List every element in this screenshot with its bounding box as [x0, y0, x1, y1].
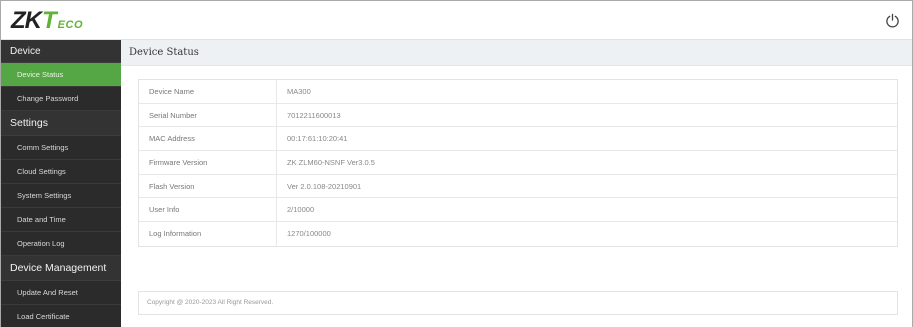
row-label: Firmware Version [139, 151, 277, 174]
sidebar-section-device: Device [1, 40, 121, 63]
table-row: MAC Address 00:17:61:10:20:41 [139, 127, 897, 152]
sidebar-item-comm-settings[interactable]: Comm Settings [1, 136, 121, 160]
app-window: ZK T ECO Device Device Status Change Passw… [0, 0, 913, 327]
row-value: 1270/100000 [287, 229, 331, 239]
table-row: Serial Number 7012211600013 [139, 103, 897, 128]
table-row: User Info 2/10000 [139, 198, 897, 223]
row-label: Device Name [139, 80, 277, 103]
main-content: Device Status Device Name MA300 Serial N… [121, 40, 912, 327]
row-value: MA300 [287, 87, 311, 96]
table-row: Firmware Version ZK ZLM60-NSNF Ver3.0.5 [139, 151, 897, 175]
row-value: 00:17:61:10:20:41 [287, 134, 348, 144]
sidebar-item-cloud-settings[interactable]: Cloud Settings [1, 160, 121, 184]
sidebar-section-device-management: Device Management [1, 256, 121, 281]
row-label: Serial Number [139, 103, 277, 127]
zkteco-logo: ZK T ECO [11, 7, 84, 34]
table-row: Device Name MA300 [139, 80, 897, 104]
sidebar-item-date-and-time[interactable]: Date and Time [1, 208, 121, 232]
table-row: Flash Version Ver 2.0.108-20210901 [139, 174, 897, 199]
row-value: 2/10000 [287, 205, 315, 215]
sidebar-item-operation-log[interactable]: Operation Log [1, 232, 121, 256]
row-value: Ver 2.0.108-20210901 [287, 181, 362, 191]
power-icon[interactable] [885, 13, 900, 28]
device-info-table: Device Name MA300 Serial Number 70122116… [138, 79, 898, 247]
row-label: MAC Address [139, 127, 277, 151]
sidebar-item-load-certificate[interactable]: Load Certificate [1, 305, 121, 327]
copyright-notice: Copyright @ 2020-2023 All Right Reserved… [138, 291, 898, 315]
sidebar-section-settings: Settings [1, 111, 121, 136]
sidebar: Device Device Status Change Password Set… [1, 40, 121, 327]
sidebar-item-system-settings[interactable]: System Settings [1, 184, 121, 208]
sidebar-item-change-password[interactable]: Change Password [1, 87, 121, 111]
row-label: Flash Version [139, 174, 277, 198]
table-row: Log Information 1270/100000 [139, 222, 897, 246]
sidebar-item-update-and-reset[interactable]: Update And Reset [1, 281, 121, 305]
row-value: 7012211600013 [287, 110, 341, 120]
sidebar-item-device-status[interactable]: Device Status [1, 63, 121, 87]
page-title: Device Status [121, 40, 912, 66]
row-label: User Info [139, 198, 277, 222]
row-value: ZK ZLM60-NSNF Ver3.0.5 [287, 158, 375, 168]
top-bar: ZK T ECO [1, 1, 912, 40]
row-label: Log Information [139, 222, 277, 246]
